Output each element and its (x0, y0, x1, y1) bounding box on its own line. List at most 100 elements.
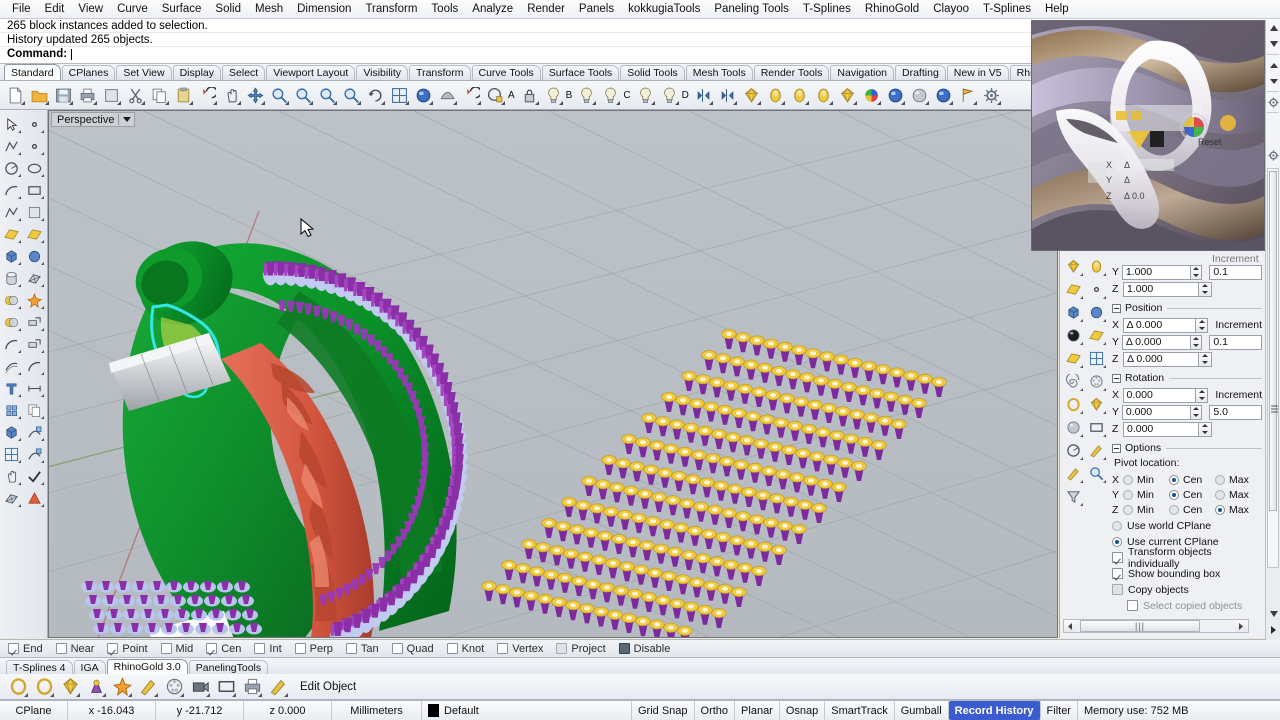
toolbar-tab-navigation[interactable]: Navigation (830, 65, 895, 80)
paste-icon[interactable] (173, 85, 194, 106)
increment-input[interactable]: 0.1 (1209, 334, 1262, 350)
osnap-near[interactable]: Near (55, 643, 94, 655)
shade-icon[interactable] (437, 85, 458, 106)
perspective-viewport[interactable]: Perspective (48, 110, 1058, 638)
dropdown-corner-icon[interactable] (285, 100, 289, 105)
polyline-icon[interactable] (0, 135, 23, 157)
menu-item-t-splines[interactable]: T-Splines (976, 1, 1038, 17)
dropdown-corner-icon[interactable] (117, 100, 121, 105)
cone-yellow-icon[interactable] (1085, 255, 1108, 278)
scale-icon[interactable] (23, 443, 46, 465)
osnap-int[interactable]: Int (254, 643, 282, 655)
dropdown-corner-icon[interactable] (477, 100, 481, 105)
dropdown-corner-icon[interactable] (616, 100, 621, 105)
layer-a-icon[interactable] (576, 85, 597, 106)
cage-edit-icon[interactable] (0, 421, 23, 443)
material-sphere-icon[interactable] (909, 85, 930, 106)
dropdown-corner-icon[interactable] (41, 240, 44, 243)
dropdown-corner-icon[interactable] (1103, 342, 1106, 345)
checkbox[interactable] (1112, 584, 1123, 595)
collapse-icon[interactable] (1112, 373, 1121, 383)
dropdown-corner-icon[interactable] (357, 100, 361, 105)
chevron-down-icon[interactable] (123, 117, 132, 122)
dropdown-corner-icon[interactable] (429, 100, 433, 105)
window-vertical-scrollbar[interactable] (1267, 168, 1279, 568)
dropdown-corner-icon[interactable] (1080, 503, 1083, 506)
scroll-down-arrow[interactable] (1266, 36, 1280, 52)
dropdown-corner-icon[interactable] (18, 262, 21, 265)
explode-icon[interactable] (23, 289, 46, 311)
dropdown-corner-icon[interactable] (93, 100, 97, 105)
osnap-knot[interactable]: Knot (446, 643, 484, 655)
black-sphere-icon[interactable] (1062, 324, 1085, 347)
pivot-option-x-min[interactable]: Min (1123, 474, 1169, 486)
dropdown-corner-icon[interactable] (41, 262, 44, 265)
gem-set-icon[interactable] (837, 85, 858, 106)
history-icon[interactable] (461, 85, 482, 106)
rotation-section-header[interactable]: Rotation (1112, 372, 1262, 384)
pour-icon[interactable] (1085, 439, 1108, 462)
toolbar-tab-select[interactable]: Select (222, 65, 266, 80)
dropdown-corner-icon[interactable] (24, 692, 28, 697)
light-icon[interactable] (543, 85, 564, 106)
copy-icon[interactable] (149, 85, 170, 106)
scroll-thumb[interactable] (1269, 171, 1277, 511)
dropdown-corner-icon[interactable] (237, 100, 241, 105)
dropdown-corner-icon[interactable] (41, 350, 44, 353)
toolbar-tab-mesh-tools[interactable]: Mesh Tools (685, 65, 753, 80)
menu-item-edit[interactable]: Edit (38, 1, 72, 17)
dropdown-corner-icon[interactable] (1103, 480, 1106, 483)
new-file-icon[interactable] (5, 85, 26, 106)
spinner-down-icon[interactable] (1266, 73, 1280, 89)
mirror-icon[interactable] (693, 85, 714, 106)
surface-plane-icon[interactable] (0, 223, 23, 245)
lock-icon[interactable] (519, 85, 540, 106)
pivot-option-y-cen[interactable]: Cen (1169, 489, 1215, 501)
dropdown-corner-icon[interactable] (45, 100, 49, 105)
dropdown-corner-icon[interactable] (18, 130, 21, 133)
dropdown-corner-icon[interactable] (18, 284, 21, 287)
checkbox[interactable] (391, 643, 403, 654)
layer-panel-icon[interactable] (0, 465, 23, 487)
menu-item-dimension[interactable]: Dimension (290, 1, 358, 17)
boolean-union-icon[interactable] (0, 289, 23, 311)
checkbox[interactable] (1127, 600, 1138, 611)
disc-pattern-icon[interactable] (1085, 370, 1108, 393)
osnap-vertex[interactable]: Vertex (497, 643, 543, 655)
menu-item-view[interactable]: View (71, 1, 110, 17)
cylinder-icon[interactable] (0, 267, 23, 289)
magnify-icon[interactable] (1085, 462, 1108, 485)
value-input-z[interactable]: 1.000 (1123, 281, 1199, 297)
toolbar-tab-cplanes[interactable]: CPlanes (61, 65, 116, 80)
value-input-y[interactable]: 0.000 (1121, 404, 1191, 420)
dropdown-corner-icon[interactable] (534, 100, 539, 105)
dropdown-corner-icon[interactable] (284, 692, 288, 697)
menu-item-kokkugiatools[interactable]: kokkugiaTools (621, 1, 707, 17)
menu-item-panels[interactable]: Panels (572, 1, 621, 17)
pattern-fill-icon[interactable] (1062, 278, 1085, 301)
status-toggle-smarttrack[interactable]: SmartTrack (825, 701, 895, 720)
menu-item-clayoo[interactable]: Clayoo (926, 1, 976, 17)
x-coordinate[interactable]: x -16.043 (68, 701, 156, 720)
checkbox[interactable] (618, 643, 630, 654)
gem-diamond-icon[interactable] (1085, 393, 1108, 416)
ring-gold-icon[interactable] (6, 675, 30, 699)
dropdown-corner-icon[interactable] (41, 174, 44, 177)
dropdown-corner-icon[interactable] (405, 100, 409, 105)
status-toggle-ortho[interactable]: Ortho (695, 701, 736, 720)
spinner-down-icon[interactable] (1199, 359, 1211, 366)
dropdown-corner-icon[interactable] (650, 100, 655, 105)
dropdown-corner-icon[interactable] (18, 328, 21, 331)
status-toggle-record-history[interactable]: Record History (948, 701, 1041, 720)
scroll-right-arrow[interactable] (1235, 620, 1248, 632)
osnap-perp[interactable]: Perp (294, 643, 333, 655)
render-icon[interactable] (413, 85, 434, 106)
dropdown-corner-icon[interactable] (41, 460, 44, 463)
dropdown-corner-icon[interactable] (41, 196, 44, 199)
cplane-option-0[interactable]: Use world CPlane (1112, 518, 1262, 533)
box-wire-icon[interactable] (1085, 416, 1108, 439)
menu-item-solid[interactable]: Solid (208, 1, 248, 17)
export-icon[interactable] (101, 85, 122, 106)
dropdown-corner-icon[interactable] (41, 152, 44, 155)
layer-b-icon[interactable] (600, 85, 621, 106)
